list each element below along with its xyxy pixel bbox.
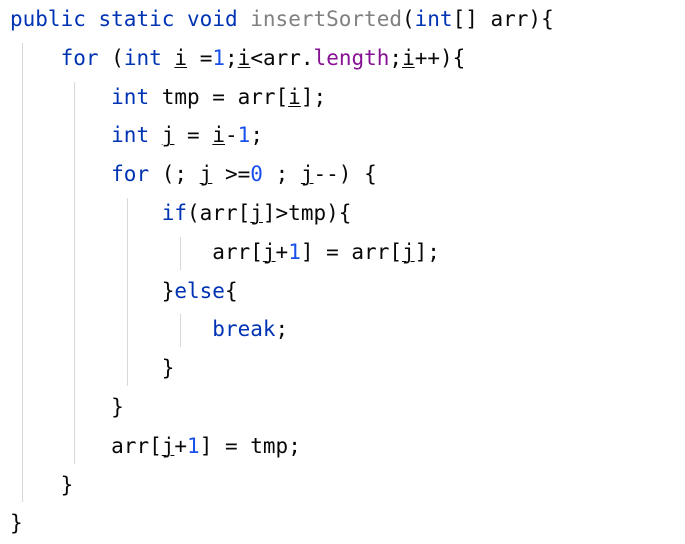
code-token: (;: [149, 162, 200, 187]
code-token: int: [111, 84, 150, 109]
code-token: i: [212, 123, 225, 148]
code-token: ] = tmp;: [199, 433, 301, 458]
code-token: ;: [225, 45, 238, 70]
code-token: -: [225, 123, 238, 148]
code-line[interactable]: }: [0, 388, 685, 427]
code-token: j: [300, 162, 314, 187]
code-token: ;: [250, 123, 263, 148]
code-token: ];: [300, 84, 327, 109]
code-token: ;: [389, 45, 403, 70]
code-line[interactable]: }else{: [0, 272, 685, 311]
code-line[interactable]: }: [0, 349, 685, 388]
code-token: else: [174, 278, 225, 303]
code-line[interactable]: arr[j+1] = tmp;: [0, 427, 685, 466]
code-token: }: [111, 394, 124, 419]
code-token: +: [174, 433, 188, 458]
code-token: for: [111, 162, 150, 187]
code-token: arr[: [212, 239, 263, 264]
code-token: void: [187, 7, 238, 31]
code-line[interactable]: for (int i =1;i<arr.length;i++){: [0, 39, 685, 78]
code-line[interactable]: for (; j >=0 ; j--) {: [0, 155, 685, 194]
code-token: j: [250, 200, 263, 225]
code-line[interactable]: int j = i-1;: [0, 116, 685, 155]
code-token: static: [98, 7, 175, 31]
code-token: ]>tmp){: [262, 200, 352, 225]
code-token: i: [402, 45, 415, 70]
code-token: insertSorted: [250, 7, 402, 31]
code-token: [] arr){: [452, 7, 554, 31]
code-token: int: [414, 7, 453, 31]
code-token: arr[: [111, 433, 162, 458]
code-token: ] = arr[: [300, 239, 402, 264]
code-token: }: [161, 278, 175, 303]
code-token: (: [401, 7, 415, 31]
code-token: 1: [237, 123, 251, 148]
code-editor[interactable]: public static void insertSorted(int[] ar…: [0, 0, 685, 544]
code-line[interactable]: }: [0, 504, 685, 543]
code-token: ];: [414, 239, 440, 264]
code-token: tmp = arr[: [149, 84, 289, 109]
code-token: }: [10, 511, 23, 536]
code-line[interactable]: if(arr[j]>tmp){: [0, 194, 685, 233]
code-token: public: [10, 7, 86, 31]
code-token: break: [212, 317, 276, 342]
code-token: j: [262, 239, 276, 264]
code-line[interactable]: }: [0, 466, 685, 505]
code-token: length: [313, 45, 390, 70]
code-line[interactable]: public static void insertSorted(int[] ar…: [0, 0, 685, 39]
code-token: i: [288, 84, 301, 109]
code-line[interactable]: break;: [0, 310, 685, 349]
code-token: ;: [262, 162, 301, 187]
code-token: 0: [250, 162, 263, 187]
code-token: i: [174, 45, 188, 70]
code-token: {: [224, 278, 238, 303]
code-token: ;: [275, 317, 289, 342]
code-token: >=: [212, 162, 251, 187]
code-token: +: [275, 239, 289, 264]
code-token: int: [111, 123, 150, 148]
code-token: 1: [212, 45, 226, 70]
code-token: ++){: [414, 45, 466, 70]
code-token: i: [237, 45, 251, 70]
code-token: j: [199, 162, 213, 187]
code-token: =: [187, 45, 213, 70]
code-token: (: [98, 45, 124, 70]
code-token: }: [161, 356, 175, 381]
code-token: j: [402, 239, 415, 264]
code-token: int: [123, 45, 162, 70]
code-line[interactable]: int tmp = arr[i];: [0, 78, 685, 117]
code-token: }: [60, 472, 74, 497]
code-token: --) {: [313, 162, 377, 187]
code-token: for: [60, 45, 99, 70]
code-content[interactable]: public static void insertSorted(int[] ar…: [0, 0, 685, 543]
code-token: <arr.: [250, 45, 314, 70]
code-token: if: [161, 200, 188, 225]
code-token: (arr[: [187, 200, 251, 225]
code-token: j: [161, 433, 175, 458]
code-line[interactable]: arr[j+1] = arr[j];: [0, 233, 685, 272]
code-token: 1: [187, 433, 200, 458]
code-token: 1: [288, 239, 301, 264]
code-token: =: [174, 123, 213, 148]
code-token: j: [161, 123, 175, 148]
